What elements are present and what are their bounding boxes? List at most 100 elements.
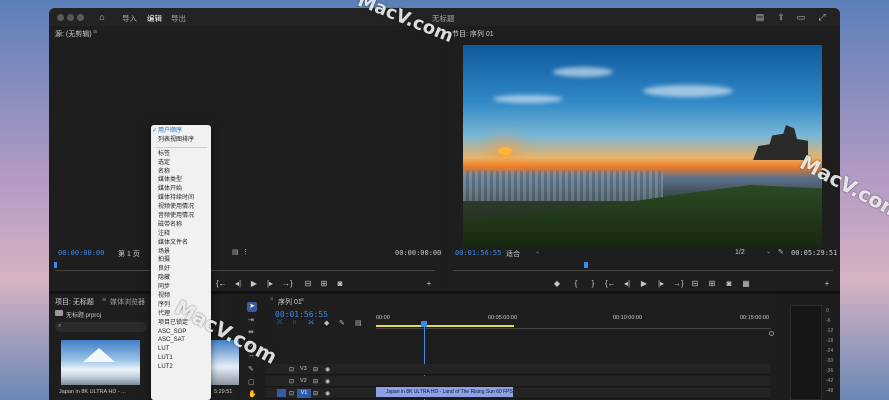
rectangle-icon[interactable]: ▢ <box>248 378 255 386</box>
step-forward-icon[interactable]: →} <box>282 279 293 289</box>
play-icon[interactable]: ▶ <box>639 279 649 289</box>
menu-item[interactable]: 媒体持续时间 <box>151 194 211 203</box>
home-icon[interactable]: ⌂ <box>96 11 108 23</box>
quick-export-icon[interactable]: ▤ <box>754 11 766 23</box>
panel-menu-icon[interactable]: ≡ <box>300 297 304 304</box>
hand-icon[interactable]: ✋ <box>248 390 257 398</box>
panel-menu-icon[interactable]: ≡ <box>102 297 106 304</box>
linked-selection-icon[interactable]: ⟗ <box>308 319 314 327</box>
minimize-window-button[interactable] <box>67 14 74 21</box>
source-playhead[interactable] <box>54 262 57 268</box>
timeline-ruler[interactable] <box>376 328 771 329</box>
camera-icon[interactable]: ◙ <box>724 279 734 289</box>
menu-item[interactable]: 媒体类型 <box>151 176 211 185</box>
menu-item[interactable]: 选定 <box>151 159 211 168</box>
menu-item[interactable]: LUT <box>151 345 211 354</box>
panel-icon[interactable]: ▭ <box>795 11 807 23</box>
mark-out-icon[interactable]: } <box>588 279 598 289</box>
mark-in-icon[interactable]: { <box>571 279 581 289</box>
track-v1[interactable]: ⊡ V1 ⊟ ◉ <box>265 388 770 399</box>
menu-item[interactable]: 隐藏 <box>151 274 211 283</box>
menu-item[interactable]: 良好 <box>151 265 211 274</box>
step-back-icon[interactable]: {← <box>605 279 616 289</box>
add-button-icon[interactable]: + <box>424 279 434 289</box>
menu-item[interactable]: 媒体开始 <box>151 185 211 194</box>
workspace-export[interactable]: 导出 <box>171 13 186 24</box>
workspace-import[interactable]: 导入 <box>122 13 137 24</box>
menu-item[interactable]: ASC_SAT <box>151 336 211 345</box>
marker-icon[interactable]: ◆ <box>324 319 329 327</box>
scale-icon[interactable]: ⋮ <box>242 248 249 256</box>
insert-icon[interactable]: ⊟ <box>303 279 313 289</box>
program-timecode[interactable]: 00:01:56:55 <box>455 249 501 257</box>
menu-item[interactable]: 名称 <box>151 168 211 177</box>
settings-icon[interactable]: ▤ <box>232 248 239 256</box>
menu-item[interactable]: 注释 <box>151 230 211 239</box>
zoom-fit-select[interactable]: 适合 <box>506 249 520 259</box>
nest-icon[interactable]: ⤫ <box>277 319 283 327</box>
tab-media-browser[interactable]: 媒体浏览器 <box>110 297 145 307</box>
sync-lock-icon[interactable]: ⊟ <box>313 378 318 385</box>
source-patch-v1[interactable] <box>277 389 286 397</box>
step-back-icon[interactable]: {← <box>216 279 227 289</box>
track-v2[interactable]: ⊡ V2 ⊟ ◉ <box>265 376 770 387</box>
play-icon[interactable]: ▶ <box>249 279 259 289</box>
menu-item[interactable]: 同步 <box>151 283 211 292</box>
share-icon[interactable]: ⇪ <box>775 11 787 23</box>
extract-icon[interactable]: ⊞ <box>707 279 717 289</box>
lock-icon[interactable]: ⊡ <box>289 390 294 397</box>
chevron-down-icon[interactable]: ⌄ <box>535 248 540 255</box>
close-icon[interactable]: × <box>270 297 274 303</box>
track-v3[interactable]: ⊡ V3 ⊟ ◉ <box>265 364 770 375</box>
menu-item[interactable]: 音频使用情况 <box>151 212 211 221</box>
lock-icon[interactable]: ⊡ <box>289 366 294 373</box>
track-label[interactable]: V1 <box>297 389 311 398</box>
lift-icon[interactable]: ⊟ <box>690 279 700 289</box>
add-button-icon[interactable]: + <box>822 279 832 289</box>
menu-item[interactable]: 标签 <box>151 150 211 159</box>
step-forward-icon[interactable]: →} <box>673 279 684 289</box>
captions-icon[interactable]: ▤ <box>355 319 362 327</box>
chevron-down-icon[interactable]: ⌄ <box>766 248 771 255</box>
track-select-icon[interactable]: ⇥ <box>248 316 254 324</box>
close-window-button[interactable] <box>57 14 64 21</box>
frame-back-icon[interactable]: ◂| <box>233 279 243 289</box>
frame-forward-icon[interactable]: |▸ <box>656 279 666 289</box>
clip-thumbnail[interactable] <box>61 340 140 385</box>
panel-menu-icon[interactable]: ≡ <box>93 29 97 36</box>
source-scrubber[interactable] <box>55 270 435 271</box>
frame-back-icon[interactable]: ◂| <box>622 279 632 289</box>
tab-project[interactable]: 项目: 无标题 <box>55 297 94 307</box>
timeline-clip[interactable]: Japan in 8K ULTRA HD - Land of The Risin… <box>376 387 513 397</box>
sync-lock-icon[interactable]: ⊟ <box>313 390 318 397</box>
eye-icon[interactable]: ◉ <box>325 366 330 373</box>
sync-lock-icon[interactable]: ⊟ <box>313 366 318 373</box>
wrench-icon[interactable]: ✎ <box>339 319 345 327</box>
menu-item[interactable]: 媒体文件名 <box>151 239 211 248</box>
wrench-icon[interactable]: ✎ <box>778 248 784 256</box>
selection-tool-icon[interactable]: ➤ <box>247 302 257 312</box>
fullscreen-icon[interactable]: ⤢ <box>816 11 828 23</box>
zoom-window-button[interactable] <box>77 14 84 21</box>
menu-item[interactable]: 拍摄 <box>151 256 211 265</box>
eye-icon[interactable]: ◉ <box>325 390 330 397</box>
overwrite-icon[interactable]: ⊞ <box>319 279 329 289</box>
menu-item[interactable]: 磁带名称 <box>151 221 211 230</box>
camera-icon[interactable]: ◙ <box>335 279 345 289</box>
search-input[interactable] <box>55 322 147 332</box>
program-panel-title[interactable]: 节目: 序列 01 <box>452 29 494 39</box>
compare-icon[interactable]: ▦ <box>741 279 751 289</box>
marker-icon[interactable]: ◆ <box>552 279 562 289</box>
timeline-timecode[interactable]: 00:01:56:55 <box>275 310 328 319</box>
source-timecode[interactable]: 00:00:00:00 <box>58 249 104 257</box>
menu-item[interactable]: 列表视图排序 <box>151 136 211 145</box>
menu-item[interactable]: 视频使用情况 <box>151 203 211 212</box>
menu-item[interactable]: ✓ 用户顺序 <box>151 127 211 136</box>
pen-icon[interactable]: ✎ <box>248 365 254 373</box>
program-playhead[interactable] <box>584 262 588 268</box>
scroll-handle[interactable] <box>769 331 774 336</box>
eye-icon[interactable]: ◉ <box>325 378 330 385</box>
program-scrubber[interactable] <box>453 270 833 271</box>
workspace-edit[interactable]: 编辑 <box>147 13 162 27</box>
resolution-select[interactable]: 1/2 <box>735 249 745 256</box>
